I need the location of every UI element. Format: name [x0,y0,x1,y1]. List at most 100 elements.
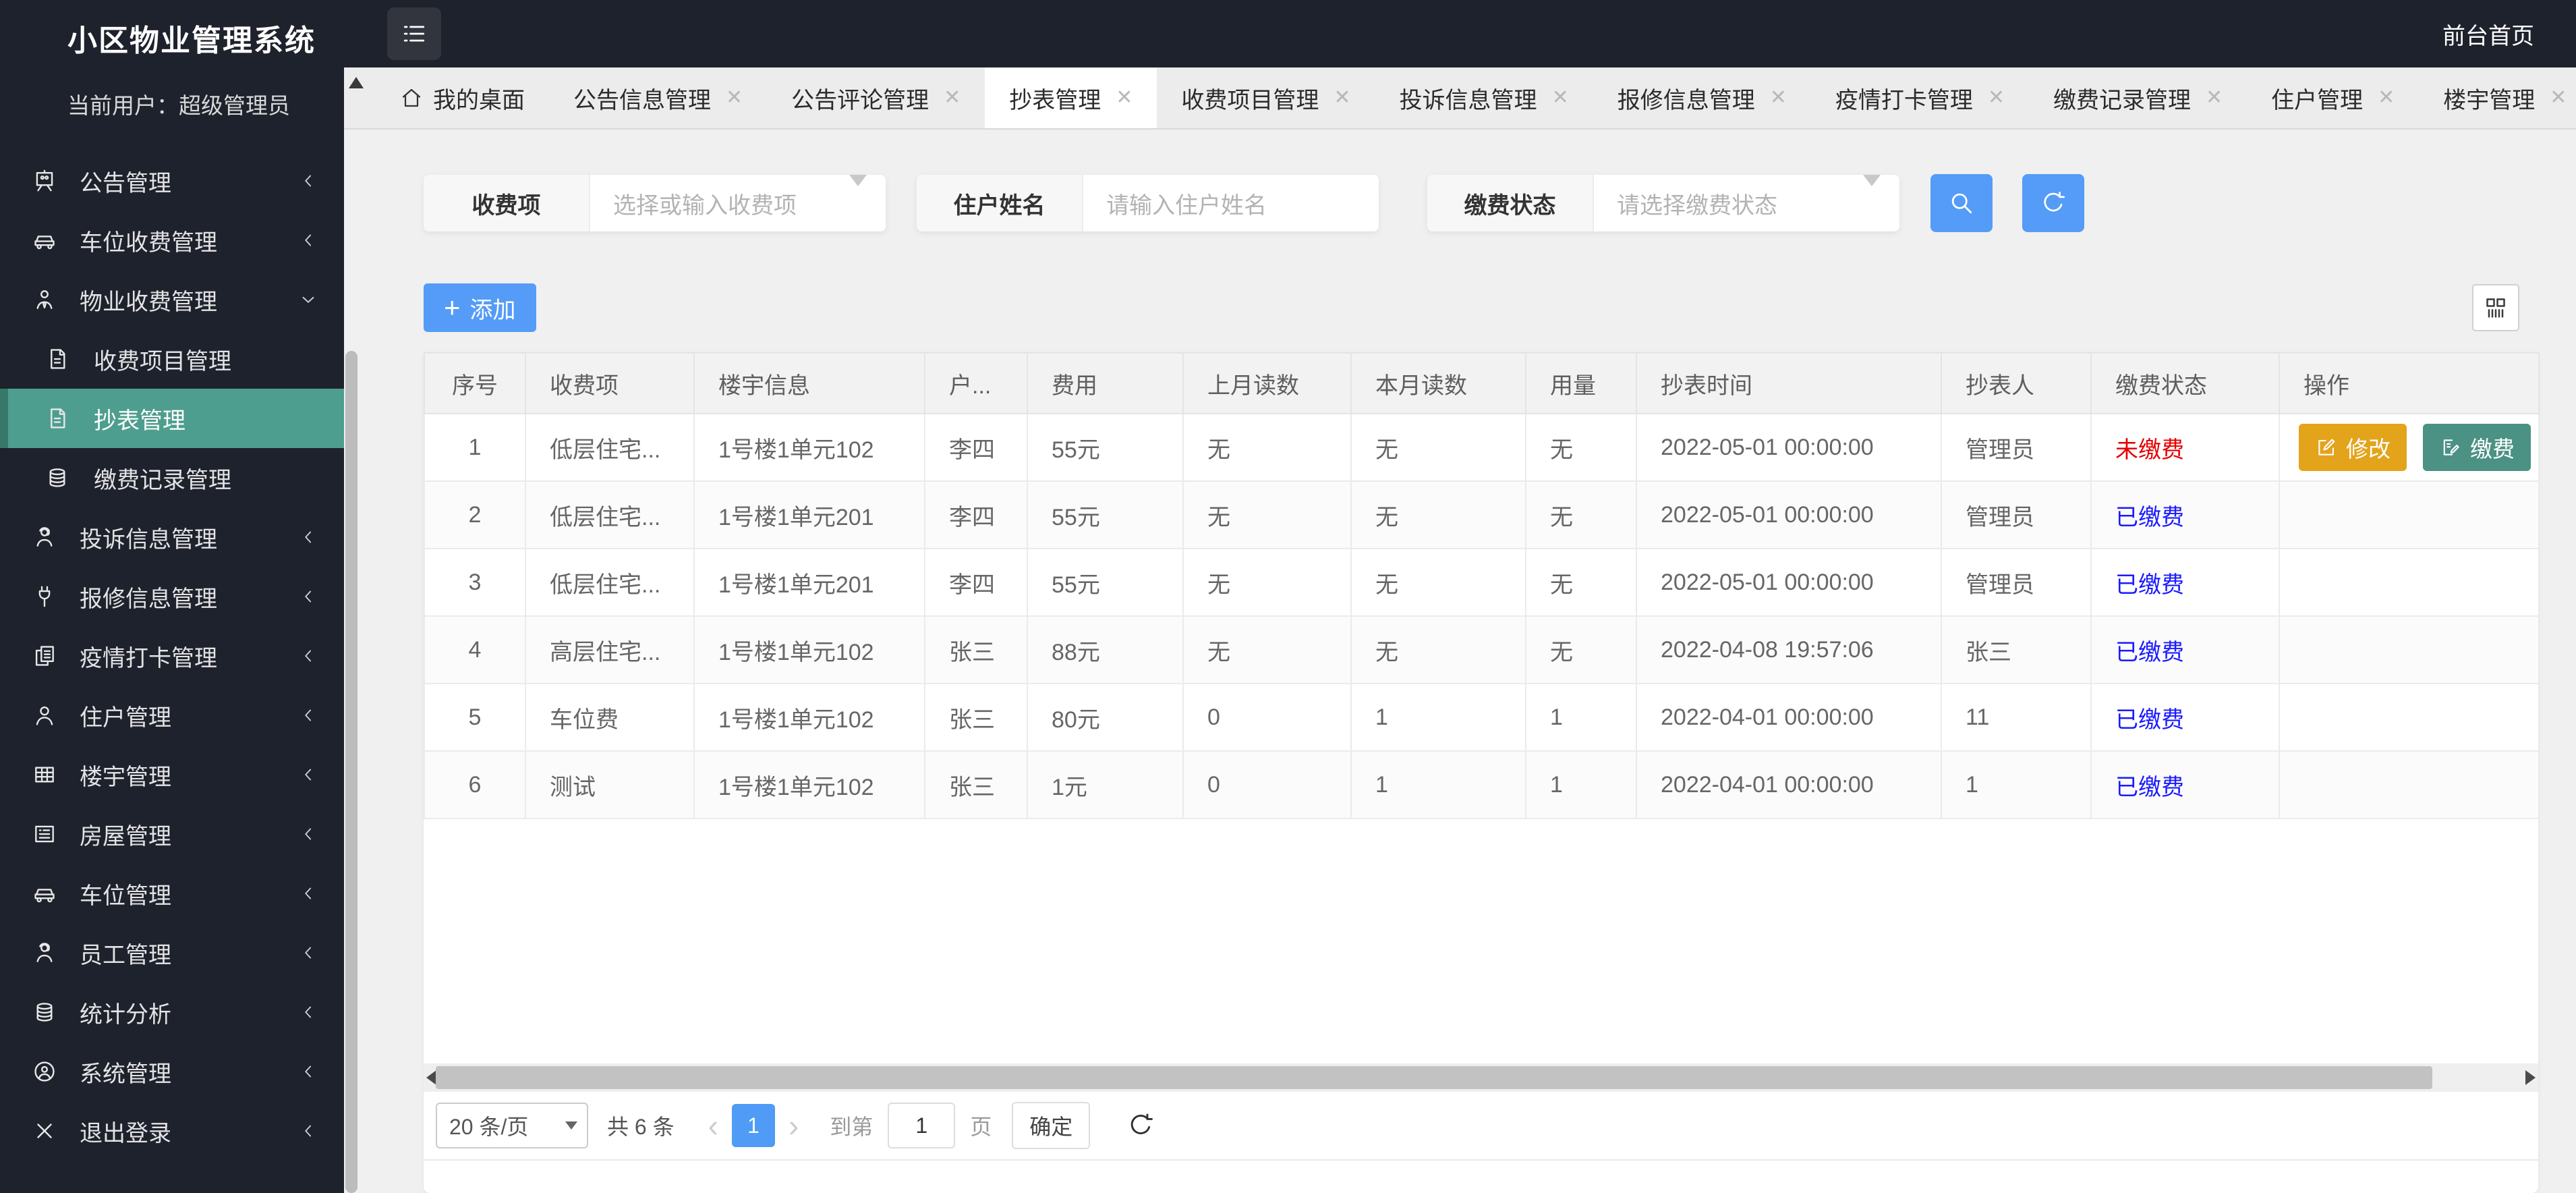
sidebar-item-label: 楼宇管理 [80,764,171,790]
add-button-label: 添加 [469,297,516,323]
tab-报修信息管理[interactable]: 报修信息管理 ✕ [1593,67,1811,128]
table-cell: 无 [1350,548,1526,617]
tab-close-icon[interactable]: ✕ [1552,88,1569,108]
tab-我的桌面[interactable]: 我的桌面 [375,67,549,128]
page-size-select[interactable]: 20 条/页 [436,1103,588,1148]
table-cell: 车位费 [525,683,695,752]
pay-status-cell: 已缴费 [2090,615,2280,684]
tab-close-icon[interactable]: ✕ [1988,88,2005,108]
sidebar-item-缴费记录管理[interactable]: 缴费记录管理 [0,448,344,507]
sidebar-scrollbar-thumb[interactable] [345,351,357,1193]
tab-label: 公告评论管理 [791,87,929,113]
add-button[interactable]: + 添加 [424,283,536,332]
refresh-icon [1131,1113,1153,1134]
next-page-button[interactable]: › [789,1107,799,1144]
table-refresh-button[interactable] [1125,1110,1156,1141]
sidebar-item-收费项目管理[interactable]: 收费项目管理 [0,329,344,389]
tab-label: 收费项目管理 [1181,87,1319,113]
tab-收费项目管理[interactable]: 收费项目管理 ✕ [1157,67,1375,128]
sidebar-toggle-button[interactable] [387,7,441,60]
table-cell: 6 [424,750,526,819]
table-cell: 无 [1182,615,1352,684]
table-cell: 2022-04-01 00:00:00 [1636,750,1942,819]
tab-close-icon[interactable]: ✕ [1770,88,1787,108]
tab-close-icon[interactable]: ✕ [726,88,743,108]
pay-status-select[interactable]: 缴费状态 请选择缴费状态 [1427,175,1899,231]
edit-row-button[interactable]: 修改 [2299,424,2407,471]
sidebar-item-车位收费管理[interactable]: 车位收费管理 [0,211,344,270]
front-home-link[interactable]: 前台首页 [2442,18,2534,51]
fee-item-label: 收费项 [424,175,590,231]
tab-缴费记录管理[interactable]: 缴费记录管理 ✕ [2029,67,2247,128]
tab-投诉信息管理[interactable]: 投诉信息管理 ✕ [1375,67,1593,128]
scroll-up-arrow-icon[interactable] [349,77,364,88]
table-cell: 80元 [1027,683,1184,752]
fee-item-select[interactable]: 收费项 选择或输入收费项 [424,175,886,231]
tab-bar: 我的桌面 公告信息管理 ✕ 公告评论管理 ✕ 抄表管理 ✕ 收费项目管理 ✕ 投诉信息管理 ✕ 报修信… [344,67,2576,130]
sidebar-item-物业收费管理[interactable]: 物业收费管理 [0,270,344,329]
sidebar-item-报修信息管理[interactable]: 报修信息管理 [0,567,344,626]
sidebar-item-房屋管理[interactable]: 房屋管理 [0,804,344,864]
table-cell: 1 [1350,750,1526,819]
goto-page-input[interactable]: 1 [888,1103,956,1148]
table-cell: 1号楼1单元201 [693,548,925,617]
scroll-left-arrow-icon[interactable] [426,1070,436,1085]
headset-person-icon [36,943,53,962]
sidebar-item-住户管理[interactable]: 住户管理 [0,686,344,745]
tab-close-icon[interactable]: ✕ [944,88,961,108]
table-header-row: 序号 收费项 楼宇信息 户... 费用 上月读数 本月读数 用量 抄表时间 抄表人 缴费状态 操作 [424,352,2540,414]
table-cell: 1 [424,413,526,482]
sidebar-item-label: 房屋管理 [80,823,171,850]
table-cell: 1号楼1单元201 [693,480,925,549]
tab-close-icon[interactable]: ✕ [2550,88,2567,108]
sidebar-item-员工管理[interactable]: 员工管理 [0,923,344,982]
sidebar: 小区物业管理系统 当前用户：超级管理员 公告管理 车位收费管理 物业收费管理 收费项目… [0,0,344,1193]
search-button[interactable] [1930,174,1993,232]
database-icon [36,1003,53,1022]
actions-cell [2279,480,2540,549]
resident-name-input[interactable]: 住户姓名 请输入住户姓名 [917,175,1379,231]
chevron-left-icon [305,828,312,840]
sidebar-item-车位管理[interactable]: 车位管理 [0,864,344,923]
prev-page-button[interactable]: ‹ [708,1107,718,1144]
sidebar-item-楼宇管理[interactable]: 楼宇管理 [0,745,344,804]
sidebar-item-投诉信息管理[interactable]: 投诉信息管理 [0,507,344,567]
sidebar-item-疫情打卡管理[interactable]: 疫情打卡管理 [0,626,344,686]
tab-label: 缴费记录管理 [2053,87,2191,113]
app-title: 小区物业管理系统 [67,24,316,57]
column-settings-button[interactable] [2472,284,2519,331]
tab-疫情打卡管理[interactable]: 疫情打卡管理 ✕ [1811,67,2029,128]
table-cell: 1号楼1单元102 [693,413,925,482]
table-row: 3 低层住宅... 1号楼1单元201 李四 55元无无无 2022-05-01 00:0… [424,548,2540,617]
sidebar-item-公告管理[interactable]: 公告管理 [0,151,344,211]
row-button-label: 修改 [2346,437,2391,462]
tab-close-icon[interactable]: ✕ [1334,88,1350,108]
horizontal-scrollbar[interactable] [424,1063,2538,1092]
goto-confirm-button[interactable]: 确定 [1012,1102,1091,1149]
tab-公告评论管理[interactable]: 公告评论管理 ✕ [767,67,985,128]
sidebar-item-抄表管理[interactable]: 抄表管理 [0,389,344,448]
tab-抄表管理[interactable]: 抄表管理 ✕ [985,67,1157,128]
pay-row-button[interactable]: 缴费 [2423,424,2531,471]
sidebar-item-退出登录[interactable]: 退出登录 [0,1101,344,1161]
scroll-right-arrow-icon[interactable] [2525,1070,2536,1085]
goto-suffix-label: 页 [970,1115,992,1139]
chevron-down-icon [1863,175,1881,186]
table-cell: 管理员 [1941,548,2092,617]
current-user-label: 当前用户：超级管理员 [67,93,290,118]
tab-住户管理[interactable]: 住户管理 ✕ [2247,67,2419,128]
tab-close-icon[interactable]: ✕ [2378,88,2395,108]
tab-close-icon[interactable]: ✕ [2206,88,2223,108]
horizontal-scrollbar-thumb[interactable] [436,1066,2432,1089]
sidebar-item-统计分析[interactable]: 统计分析 [0,982,344,1042]
column-header: 缴费状态 [2090,352,2280,414]
content-area: 收费项 选择或输入收费项 住户姓名 请输入住户姓名 缴费状态 请选择缴费状态 +… [344,130,2576,1193]
tab-楼宇管理[interactable]: 楼宇管理 ✕ [2419,67,2576,128]
current-page-button[interactable]: 1 [731,1104,775,1147]
tab-close-icon[interactable]: ✕ [1116,88,1133,108]
table-cell: 高层住宅... [525,615,695,684]
sidebar-item-系统管理[interactable]: 系统管理 [0,1042,344,1101]
refresh-button[interactable] [2022,174,2084,232]
tab-公告信息管理[interactable]: 公告信息管理 ✕ [549,67,767,128]
actions-cell: 修改 缴费 [2279,413,2540,482]
